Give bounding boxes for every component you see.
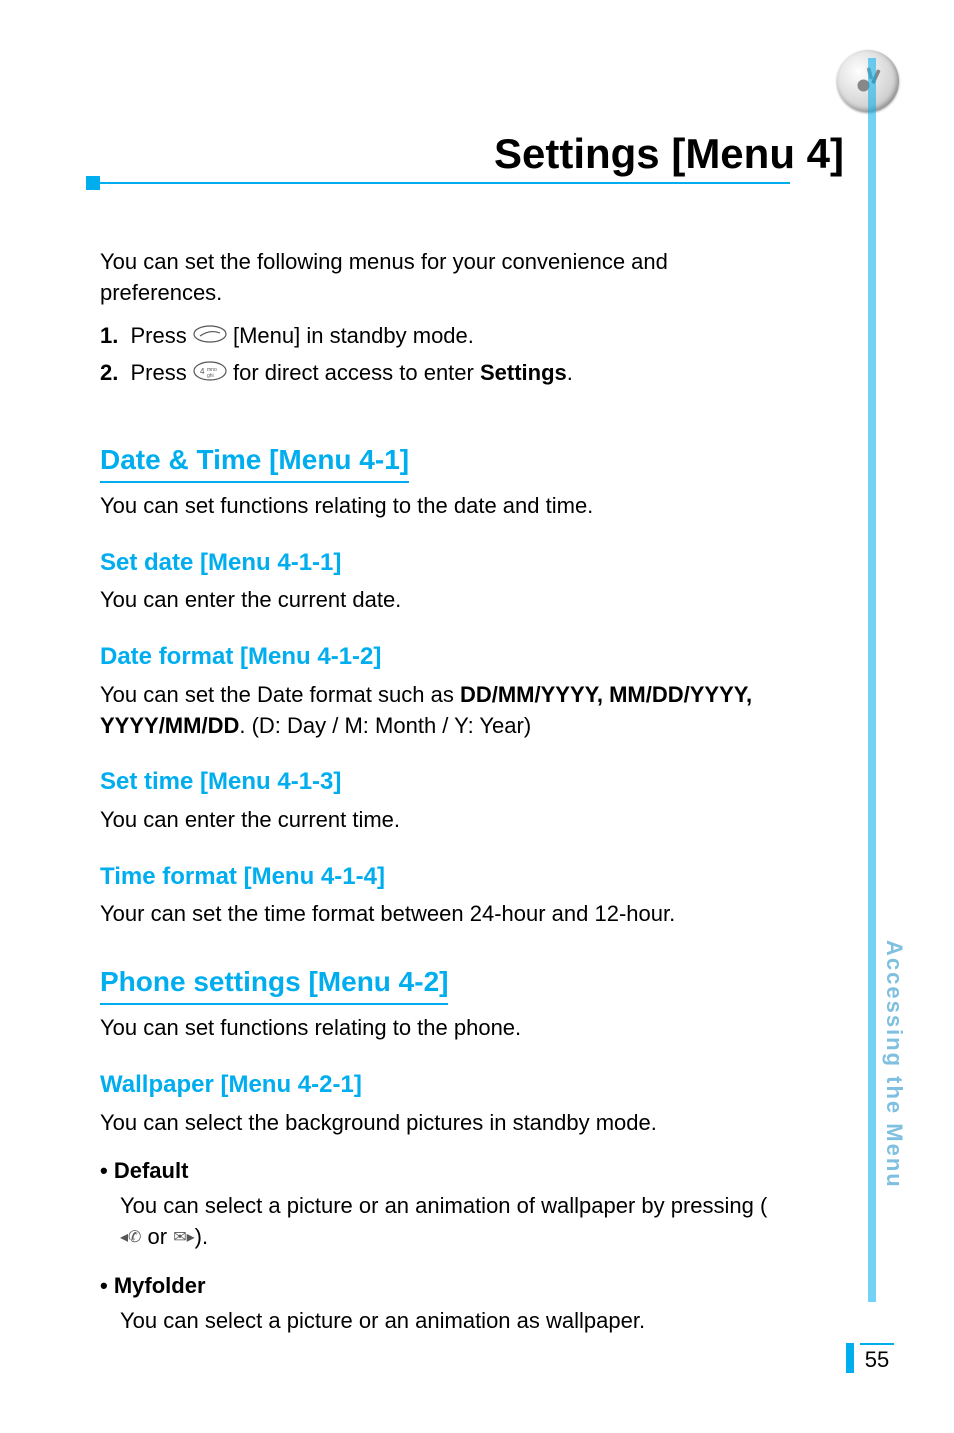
- page-number: 55: [860, 1343, 894, 1373]
- svg-text:4: 4: [200, 367, 205, 376]
- date-format-body: You can set the Date format such as DD/M…: [100, 680, 780, 742]
- footer-accent: [846, 1343, 854, 1373]
- heading-time-format: Time format [Menu 4-1-4]: [100, 860, 780, 894]
- content-area: You can set the following menus for your…: [100, 247, 780, 1336]
- phone-desc: You can set functions relating to the ph…: [100, 1013, 780, 1044]
- bullet-myfolder-body: You can select a picture or an animation…: [120, 1306, 780, 1337]
- heading-phone-settings: Phone settings [Menu 4-2]: [100, 962, 448, 1005]
- page-footer: 55: [846, 1343, 894, 1373]
- manual-page: Settings [Menu 4] You can set the follow…: [0, 0, 954, 1433]
- heading-set-date: Set date [Menu 4-1-1]: [100, 546, 780, 580]
- wallpaper-desc: You can select the background pictures i…: [100, 1108, 780, 1139]
- bullet-default: • Default: [100, 1156, 780, 1187]
- heading-wallpaper: Wallpaper [Menu 4-2-1]: [100, 1068, 780, 1102]
- softkey-icon: [193, 321, 227, 352]
- header-block: Settings [Menu 4]: [100, 130, 864, 192]
- page-title: Settings [Menu 4]: [100, 130, 844, 182]
- heading-date-time: Date & Time [Menu 4-1]: [100, 440, 409, 483]
- svg-text:ghi: ghi: [207, 373, 214, 379]
- bullet-myfolder: • Myfolder: [100, 1271, 780, 1302]
- time-format-body: Your can set the time format between 24-…: [100, 899, 780, 930]
- nav-right-icon: ✉▸: [173, 1227, 194, 1249]
- heading-date-format: Date format [Menu 4-1-2]: [100, 640, 780, 674]
- set-date-body: You can enter the current date.: [100, 585, 780, 616]
- title-rule: [100, 182, 864, 192]
- set-time-body: You can enter the current time.: [100, 805, 780, 836]
- key-4ghi-icon: 4mnoghi: [193, 359, 227, 390]
- heading-set-time: Set time [Menu 4-1-3]: [100, 765, 780, 799]
- bullet-default-body: You can select a picture or an animation…: [120, 1191, 780, 1253]
- nav-left-icon: ◂✆: [120, 1227, 141, 1249]
- date-time-desc: You can set functions relating to the da…: [100, 491, 780, 522]
- intro-text: You can set the following menus for your…: [100, 247, 780, 309]
- side-accent-bar: [868, 58, 876, 1302]
- step-2: 2. Press 4mnoghi for direct access to en…: [100, 358, 780, 390]
- step-1: 1. Press [Menu] in standby mode.: [100, 321, 780, 353]
- side-section-label: Accessing the Menu: [877, 940, 907, 1240]
- steps-list: 1. Press [Menu] in standby mode. 2. Pres…: [100, 321, 780, 390]
